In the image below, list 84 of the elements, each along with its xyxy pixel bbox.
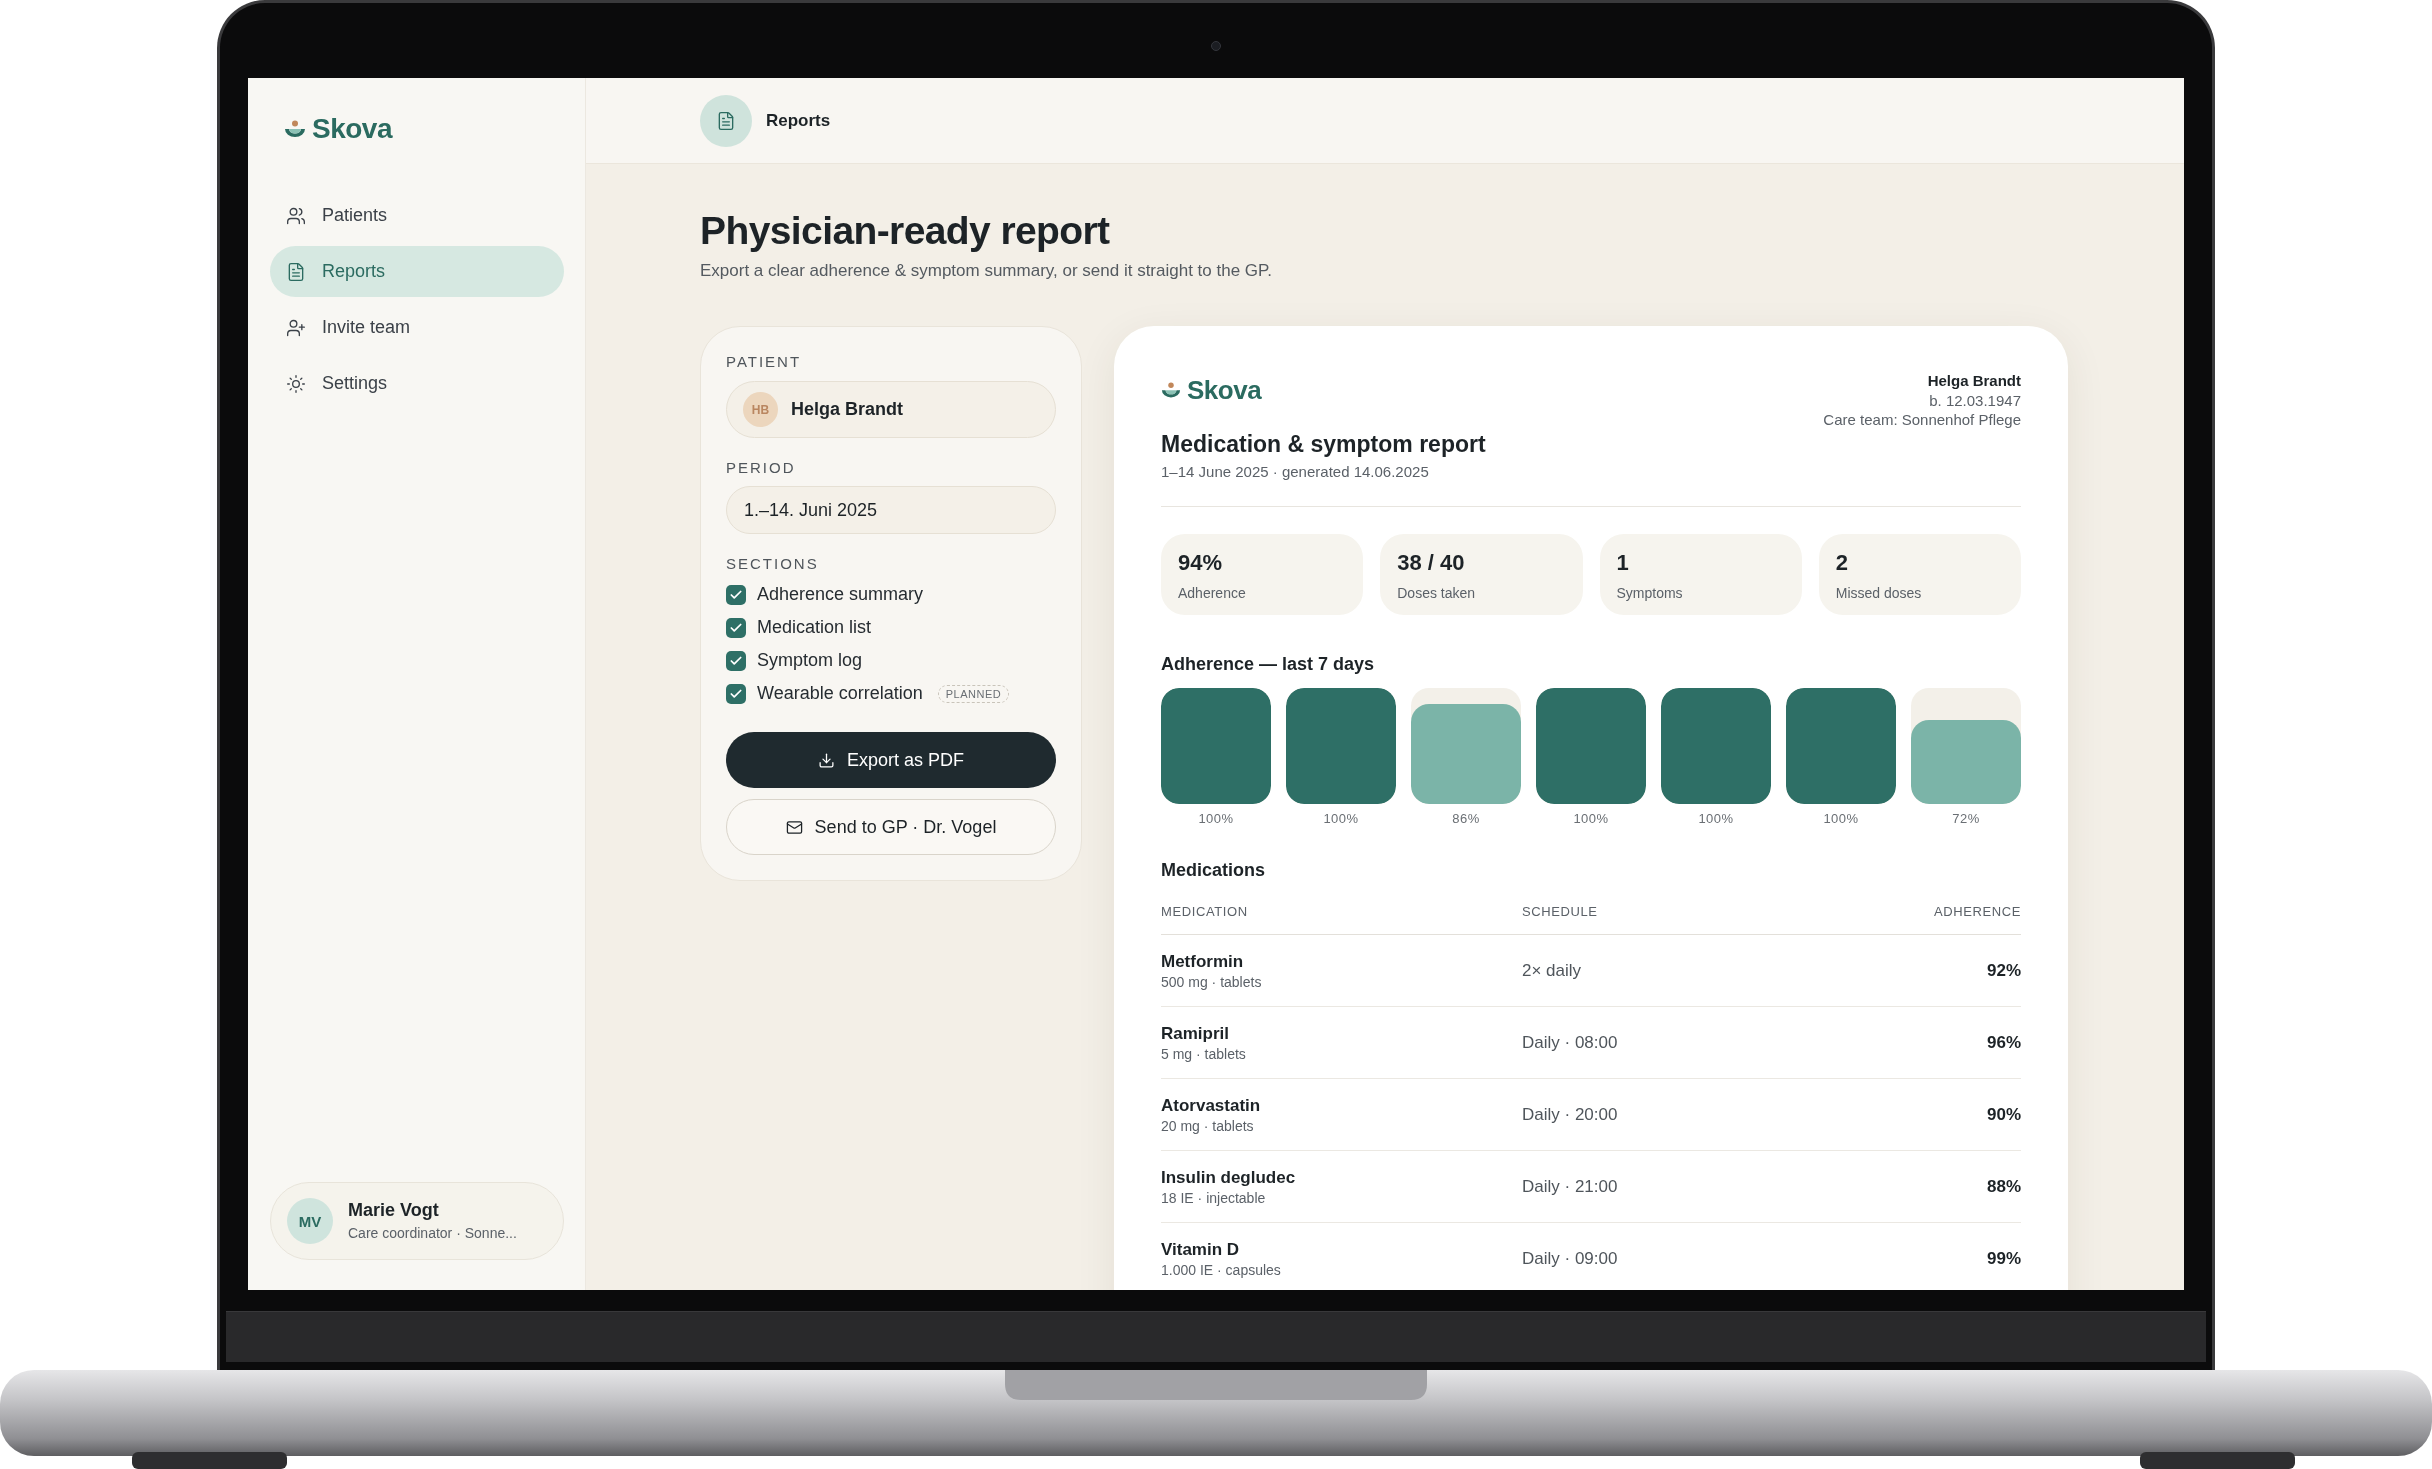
stat-label: Symptoms <box>1616 584 1684 602</box>
medication-name: Atorvastatin <box>1161 1094 1262 1117</box>
add-person-icon <box>286 317 306 338</box>
send-button[interactable]: Send to GP · Dr. Vogel <box>726 799 1056 855</box>
logo-text: Skova <box>1187 377 1262 403</box>
nav-item[interactable]: Settings <box>270 358 564 409</box>
schedule-cell-text: Daily · 09:00 <box>1522 1248 1619 1269</box>
checkbox[interactable] <box>726 584 746 605</box>
adherence-cell: 92% <box>1986 960 2021 981</box>
nav-item[interactable]: Patients <box>270 190 564 241</box>
schedule-cell-text: Daily · 20:00 <box>1522 1104 1619 1125</box>
checkbox[interactable] <box>726 617 746 638</box>
user-name: Marie Vogt <box>348 1200 440 1221</box>
birth-date: b. 12.03.1947 <box>1929 390 2021 410</box>
checkbox-label: Wearable correlation <box>757 683 923 704</box>
logo-icon <box>284 120 306 138</box>
mail-icon <box>785 818 803 836</box>
adherence-reading: 72% <box>1952 811 1980 827</box>
medication-name: Insulin degludec <box>1161 1166 1297 1189</box>
field-label: PERIOD <box>726 459 797 477</box>
stat-value: 38 / 40 <box>1397 550 1466 576</box>
adherence-reading: 100% <box>1698 811 1734 827</box>
logo-text: Skova <box>312 115 392 143</box>
stat-label: Doses taken <box>1397 584 1477 602</box>
column-header: MEDICATION <box>1161 903 1249 921</box>
section-title: Adherence — last 7 days <box>1161 653 1376 676</box>
adherence-cell: 90% <box>1986 1104 2021 1125</box>
medication-name: Metformin <box>1161 950 1245 973</box>
people-icon <box>286 205 306 226</box>
download-icon <box>817 751 835 769</box>
document-icon <box>286 261 306 282</box>
sun-icon <box>286 373 306 394</box>
header-title: Reports <box>766 110 831 131</box>
schedule-cell-text: 2× daily <box>1522 960 1583 981</box>
nav-item[interactable]: Invite team <box>270 302 564 353</box>
adherence-reading: 100% <box>1823 811 1859 827</box>
adherence-reading: 100% <box>1323 811 1359 827</box>
dose-text: 5 mg · tablets <box>1161 1044 1247 1063</box>
export-button[interactable]: Export as PDF <box>726 732 1056 788</box>
adherence-cell: 99% <box>1986 1248 2021 1269</box>
column-header: ADHERENCE <box>1933 903 2021 921</box>
nav-item[interactable]: Reports <box>270 246 564 297</box>
adherence-cell: 88% <box>1986 1176 2021 1197</box>
checkbox-label: Symptom log <box>757 650 863 671</box>
schedule-cell-text: Daily · 21:00 <box>1522 1176 1619 1197</box>
dose-text: 20 mg · tablets <box>1161 1116 1255 1135</box>
page-subtitle: Export a clear adherence & symptom summary, or send it straight to the GP. <box>700 260 1273 282</box>
patient-selector[interactable]: HB Helga Brandt <box>726 381 1056 438</box>
stat-value: 94% <box>1178 550 1224 576</box>
adherence-reading: 100% <box>1198 811 1234 827</box>
adherence-reading: 100% <box>1573 811 1609 827</box>
report-subtitle: 1–14 June 2025 · generated 14.06.2025 <box>1161 462 1430 482</box>
section-title: Medications <box>1161 859 1267 882</box>
checkbox-label: Adherence summary <box>757 584 924 605</box>
stat-value: 1 <box>1616 550 1630 576</box>
stat-value: 2 <box>1835 550 1849 576</box>
stat-label: Adherence <box>1178 584 1247 602</box>
adherence-cell: 96% <box>1986 1032 2021 1053</box>
stat-label: Missed doses <box>1835 584 1923 602</box>
dose-text: 18 IE · injectable <box>1161 1188 1267 1207</box>
user-card[interactable]: MV Marie Vogt Care coordinator · Sonne... <box>270 1182 564 1260</box>
field-label: SECTIONS <box>726 555 820 573</box>
document-icon <box>700 94 752 147</box>
checkbox[interactable] <box>726 683 746 704</box>
medication-name: Ramipril <box>1161 1022 1231 1045</box>
medication-name: Vitamin D <box>1161 1238 1241 1261</box>
logo-icon <box>1161 382 1181 398</box>
user-role: Care coordinator · Sonne... <box>348 1224 517 1242</box>
patient-avatar: HB <box>743 392 778 427</box>
page-title: Physician-ready report <box>700 208 1111 254</box>
webcam-dot-icon <box>1211 41 1221 51</box>
checkbox[interactable] <box>726 650 746 671</box>
patient-name: Helga Brandt <box>1927 371 2021 391</box>
date-field[interactable]: 1.–14. Juni 2025 <box>726 486 1056 534</box>
column-header: SCHEDULE <box>1522 903 1599 921</box>
adherence-reading: 86% <box>1452 811 1480 827</box>
field-label: PATIENT <box>726 353 803 371</box>
checkbox-label: Medication list <box>757 617 872 638</box>
care-team: Care team: Sonnenhof Pflege <box>1823 410 2021 430</box>
dose-text: 500 mg · tablets <box>1161 972 1263 991</box>
user-avatar: MV <box>287 1198 333 1244</box>
schedule-cell-text: Daily · 08:00 <box>1522 1032 1619 1053</box>
report-title: Medication & symptom report <box>1161 430 1486 459</box>
dose-text: 1.000 IE · capsules <box>1161 1260 1282 1279</box>
